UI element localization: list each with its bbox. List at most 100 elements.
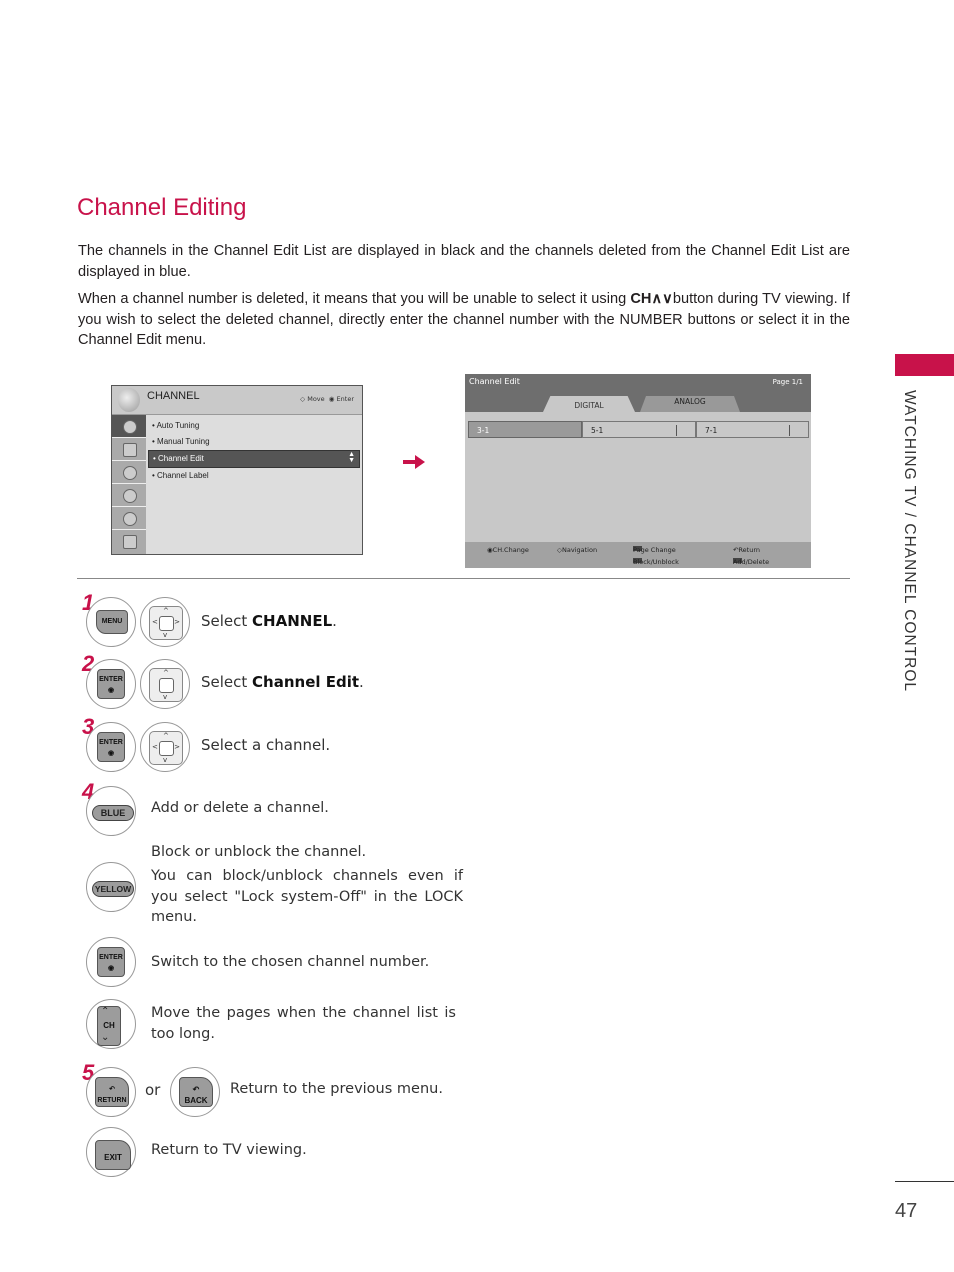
- enter-key-label: ENTER: [99, 954, 123, 961]
- tab-digital[interactable]: DIGITAL: [543, 396, 635, 412]
- channel-number: 3-1: [477, 426, 490, 435]
- return-text: Return to the previous menu.: [230, 1081, 443, 1097]
- chevron-down-icon: ⌄: [101, 1032, 110, 1043]
- enter-key-label: ENTER: [99, 676, 123, 683]
- ch-key-label: CH∧∨: [630, 291, 673, 307]
- arrow-right-icon: [403, 455, 425, 469]
- channel-number: 7-1: [705, 426, 718, 435]
- tab-analog[interactable]: ANALOG: [640, 396, 740, 412]
- ch-change-hint: ◉ CH.Change: [487, 546, 529, 554]
- nav-pad-button[interactable]: ^ < > v: [140, 597, 190, 647]
- edit-title: Channel Edit: [469, 377, 520, 386]
- step-text: Select: [201, 612, 253, 630]
- channel-menu-screen: CHANNEL ◇ Move ◉ Enter • Auto Tuning • M…: [111, 385, 363, 555]
- channel-edit-screen: Channel Edit Page 1/1 DIGITAL ANALOG 3-1…: [465, 374, 811, 568]
- yellow-key-label: YELLOW: [92, 881, 134, 897]
- step-1-text: Select CHANNEL.: [201, 612, 337, 630]
- option-icon[interactable]: [112, 530, 146, 552]
- up-down-icon: ▲ ▼: [348, 451, 355, 464]
- edit-header: Channel Edit Page 1/1: [465, 374, 811, 412]
- yellow-button-title: Block or unblock the channel.: [151, 844, 367, 860]
- page-indicator: Page 1/1: [772, 378, 803, 386]
- move-hint: Move: [307, 395, 325, 403]
- back-button[interactable]: ↶ BACK: [170, 1067, 220, 1117]
- menu-item-manual-tuning[interactable]: • Manual Tuning: [148, 434, 360, 450]
- enter-switch-text: Switch to the chosen channel number.: [151, 954, 430, 970]
- exit-button[interactable]: EXIT: [86, 1127, 136, 1177]
- step-text: .: [332, 612, 337, 630]
- return-button[interactable]: ↶ RETURN: [86, 1067, 136, 1117]
- section-tab-marker: [895, 354, 954, 376]
- return-hint: ↶ Return: [733, 546, 761, 554]
- deleted-channel-paragraph: When a channel number is deleted, it mea…: [78, 289, 850, 351]
- enter-button[interactable]: ENTER ◉: [86, 937, 136, 987]
- section-label: WATCHING TV / CHANNEL CONTROL: [901, 390, 918, 692]
- enter-icon: ◉: [328, 395, 337, 403]
- divider: [77, 578, 850, 579]
- blue-button-text: Add or delete a channel.: [151, 800, 329, 816]
- step-text: .: [359, 673, 364, 691]
- hint-label: CH.Change: [492, 546, 529, 554]
- hint-label: Return: [738, 546, 761, 554]
- ch-button-text: Move the pages when the channel list is …: [151, 1005, 456, 1042]
- step-bold: Channel Edit: [252, 673, 360, 691]
- blue-button[interactable]: BLUE: [86, 786, 136, 836]
- page-title: Channel Editing: [77, 194, 247, 221]
- enter-hint: Enter: [336, 395, 354, 403]
- menu-button[interactable]: MENU: [86, 597, 136, 647]
- audio-icon[interactable]: [112, 461, 146, 484]
- menu-title: CHANNEL: [147, 390, 200, 402]
- exit-text: Return to TV viewing.: [151, 1142, 307, 1158]
- enter-button[interactable]: ENTER ◉: [86, 659, 136, 709]
- menu-item-label: Channel Edit: [158, 454, 204, 463]
- edit-footer: ◉ CH.Change ◇ Navigation Page Change ↶ R…: [465, 542, 811, 568]
- step-2-text: Select Channel Edit.: [201, 673, 364, 691]
- time-icon[interactable]: [112, 484, 146, 507]
- chevron-up-icon: ⌃: [101, 1006, 110, 1017]
- yellow-button[interactable]: YELLOW: [86, 862, 136, 912]
- channel-number: 5-1: [591, 426, 604, 435]
- blue-key-label: BLUE: [92, 805, 134, 821]
- step-3-text: Select a channel.: [201, 736, 331, 754]
- menu-header: CHANNEL ◇ Move ◉ Enter: [112, 386, 362, 415]
- hint-label: Add/Delete: [733, 558, 770, 566]
- channel-cell[interactable]: 3-1: [468, 421, 582, 438]
- menu-item-auto-tuning[interactable]: • Auto Tuning: [148, 418, 360, 434]
- menu-item-label: Manual Tuning: [157, 437, 210, 446]
- step-text: Select: [201, 673, 253, 691]
- menu-key-label: MENU: [96, 610, 128, 634]
- channel-cell[interactable]: 5-1: [582, 421, 696, 438]
- nav-pad-button[interactable]: ^ < > v: [140, 722, 190, 772]
- navigation-hint: ◇ Navigation: [557, 546, 598, 554]
- exit-key-label: EXIT: [95, 1140, 131, 1170]
- menu-item-channel-label[interactable]: • Channel Label: [148, 468, 360, 484]
- channel-cell[interactable]: 7-1: [696, 421, 809, 438]
- menu-category-icons: [112, 415, 146, 554]
- menu-item-label: Auto Tuning: [156, 421, 200, 430]
- satellite-icon: [118, 388, 140, 412]
- step-bold: CHANNEL: [252, 612, 333, 630]
- channel-icon[interactable]: [112, 415, 146, 438]
- menu-item-label: Channel Label: [157, 471, 209, 480]
- picture-icon[interactable]: [112, 438, 146, 461]
- lock-icon[interactable]: [112, 507, 146, 530]
- return-key-label: RETURN: [97, 1097, 127, 1104]
- hint-label: Block/Unblock: [633, 558, 679, 566]
- yellow-button-text: You can block/unblock channels even if y…: [151, 868, 463, 925]
- menu-item-channel-edit[interactable]: • Channel Edit ▲ ▼: [148, 450, 360, 468]
- menu-items: • Auto Tuning • Manual Tuning • Channel …: [148, 418, 360, 484]
- menu-hints: ◇ Move ◉ Enter: [300, 395, 354, 403]
- hint-label: Page Change: [633, 546, 676, 554]
- back-key-label: BACK: [184, 1096, 208, 1105]
- nav-updown-button[interactable]: ^ v: [140, 659, 190, 709]
- ch-key-label: CH: [103, 1021, 115, 1030]
- enter-key-label: ENTER: [99, 739, 123, 746]
- enter-button[interactable]: ENTER ◉: [86, 722, 136, 772]
- or-label: or: [145, 1081, 161, 1099]
- paragraph-text: When a channel number is deleted, it mea…: [78, 291, 631, 307]
- hint-label: Navigation: [562, 546, 598, 554]
- ch-button[interactable]: CH ⌃ ⌄: [86, 999, 136, 1049]
- page-number: 47: [895, 1200, 918, 1222]
- intro-paragraph: The channels in the Channel Edit List ar…: [78, 243, 850, 280]
- page-number-rule: [895, 1181, 954, 1182]
